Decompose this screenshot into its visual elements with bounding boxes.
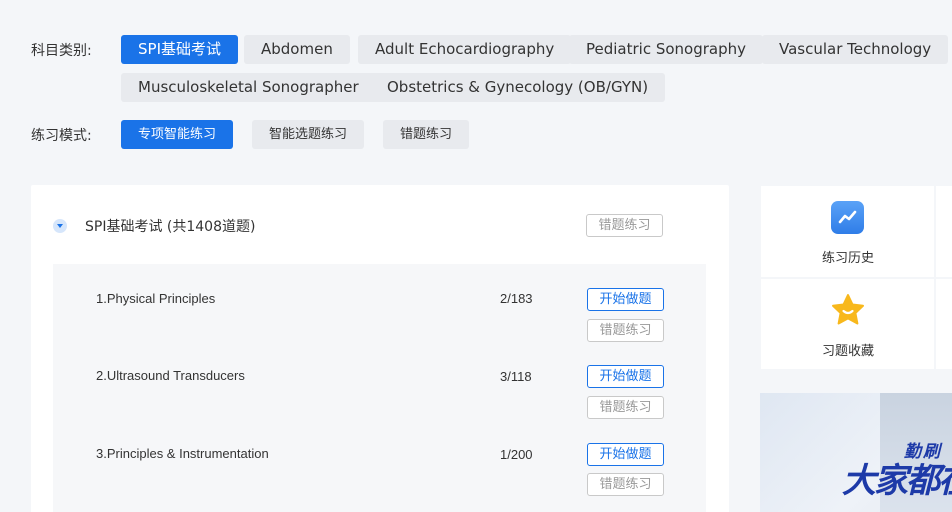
banner-slogan-main: 大家都在 <box>842 461 952 501</box>
collapse-toggle-icon[interactable] <box>53 219 67 233</box>
mode-option-targeted[interactable]: 专项智能练习 <box>121 120 234 149</box>
start-button[interactable]: 开始做题 <box>587 288 664 311</box>
side-card-partial[interactable] <box>936 186 952 277</box>
favorites-label: 习题收藏 <box>822 344 875 359</box>
chapter-progress: 2/183 <box>500 291 533 306</box>
history-label: 练习历史 <box>822 251 875 266</box>
subject-option-pediatric[interactable]: Pediatric Sonography <box>569 35 764 64</box>
chapter-title: 2.Ultrasound Transducers <box>96 368 245 383</box>
chapter-title: 3.Principles & Instrumentation <box>96 446 269 461</box>
mode-option-wrong[interactable]: 错题练习 <box>383 120 470 149</box>
start-button[interactable]: 开始做题 <box>587 365 664 388</box>
subject-option-spi[interactable]: SPI基础考试 <box>121 35 238 64</box>
chart-trend-icon <box>831 201 864 234</box>
chapter-progress: 1/200 <box>500 447 533 462</box>
wrong-practice-button[interactable]: 错题练习 <box>587 319 664 342</box>
subject-label: 科目类别: <box>31 43 92 59</box>
subject-option-msk[interactable]: Musculoskeletal Sonographer <box>121 73 376 102</box>
star-icon <box>830 292 866 328</box>
wrong-practice-button[interactable]: 错题练习 <box>587 473 664 496</box>
wrong-practice-button[interactable]: 错题练习 <box>587 396 664 419</box>
start-button[interactable]: 开始做题 <box>587 443 664 466</box>
subject-option-abdomen[interactable]: Abdomen <box>244 35 350 64</box>
mode-label: 练习模式: <box>31 128 92 144</box>
chapter-title: 1.Physical Principles <box>96 291 216 306</box>
chapter-progress: 3/118 <box>500 369 532 384</box>
section-title: SPI基础考试 (共1408道题) <box>85 219 256 235</box>
section-wrong-button[interactable]: 错题练习 <box>586 214 663 237</box>
subject-option-obgyn[interactable]: Obstetrics & Gynecology (OB/GYN) <box>370 73 666 102</box>
side-card-partial[interactable] <box>936 279 952 369</box>
promo-banner[interactable]: 勤刷 大家都在 <box>760 393 952 512</box>
subject-option-vascular[interactable]: Vascular Technology <box>762 35 949 64</box>
mode-option-smart-select[interactable]: 智能选题练习 <box>252 120 365 149</box>
subject-option-adult-echo[interactable]: Adult Echocardiography <box>358 35 572 64</box>
